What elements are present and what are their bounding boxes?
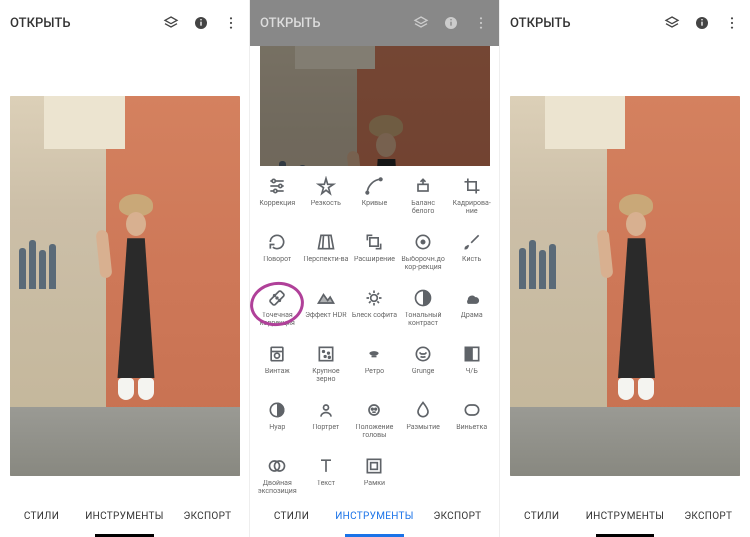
tool-head-pose[interactable]: Положение головы: [351, 400, 398, 452]
tool-label: Тональный контраст: [400, 312, 446, 327]
tool-label: Кисть: [462, 256, 481, 264]
screen-middle: ОТКРЫТЬ Коррекция Резкость Кривые Баланс бе…: [250, 0, 500, 537]
tool-double-exp[interactable]: Двойная экспозиция: [254, 456, 301, 495]
tab-styles[interactable]: СТИЛИ: [250, 495, 333, 537]
header-actions: [664, 15, 740, 31]
tool-drama[interactable]: Драма: [448, 288, 495, 340]
layers-icon[interactable]: [664, 15, 680, 31]
open-button[interactable]: ОТКРЫТЬ: [260, 16, 321, 31]
tab-export[interactable]: ЭКСПОРТ: [667, 495, 750, 537]
image-canvas-dimmed: [250, 46, 499, 166]
tool-label: Ретро: [365, 368, 384, 376]
tool-retro[interactable]: Ретро: [351, 344, 398, 396]
tool-portrait[interactable]: Портрет: [303, 400, 350, 452]
tab-styles[interactable]: СТИЛИ: [500, 495, 583, 537]
tab-tools[interactable]: ИНСТРУМЕНТЫ: [583, 495, 666, 537]
tool-rotate[interactable]: Поворот: [254, 232, 301, 284]
tool-curves[interactable]: Кривые: [351, 176, 398, 228]
layers-icon[interactable]: [163, 15, 179, 31]
image-canvas[interactable]: [0, 46, 249, 495]
tool-perspective[interactable]: Перспекти-ва: [303, 232, 350, 284]
tool-text[interactable]: Текст: [303, 456, 350, 495]
tool-label: Точечная коррекция: [254, 312, 300, 327]
tool-label: Портрет: [312, 424, 339, 432]
tool-label: Расширение: [354, 256, 395, 264]
tab-export[interactable]: ЭКСПОРТ: [166, 495, 249, 537]
tab-export[interactable]: ЭКСПОРТ: [416, 495, 499, 537]
screen-left: ОТКРЫТЬ СТИЛИ ИНСТРУМЕНТЫ ЭКСПОРТ: [0, 0, 250, 537]
tool-label: Коррекция: [259, 200, 295, 208]
tool-noir[interactable]: Нуар: [254, 400, 301, 452]
tool-tune[interactable]: Коррекция: [254, 176, 301, 228]
info-icon[interactable]: [193, 15, 209, 31]
photo: [10, 96, 240, 476]
tool-label: Кадрирова-ние: [449, 200, 495, 215]
tool-brush[interactable]: Кисть: [448, 232, 495, 284]
tool-label: Резкость: [311, 200, 341, 208]
tool-frames[interactable]: Рамки: [351, 456, 398, 495]
tool-white-balance[interactable]: Баланс белого: [400, 176, 447, 228]
more-icon[interactable]: [724, 15, 740, 31]
header-actions: [413, 15, 489, 31]
tool-label: Ч/Б: [466, 368, 478, 376]
tool-label: Нуар: [269, 424, 285, 432]
tab-tools[interactable]: ИНСТРУМЕНТЫ: [333, 495, 416, 537]
bottom-tabs: СТИЛИ ИНСТРУМЕНТЫ ЭКСПОРТ: [500, 495, 750, 537]
tool-details[interactable]: Резкость: [303, 176, 350, 228]
tool-glamour[interactable]: Блеск софита: [351, 288, 398, 340]
tool-hdr[interactable]: Эффект HDR: [303, 288, 350, 340]
more-icon[interactable]: [223, 15, 239, 31]
tool-expand[interactable]: Расширение: [351, 232, 398, 284]
tool-label: Выборочн.до кор-рекция: [400, 256, 446, 271]
tool-label: Поворот: [263, 256, 291, 264]
tool-blur[interactable]: Размытие: [400, 400, 447, 452]
tool-label: Баланс белого: [400, 200, 446, 215]
tool-label: Размытие: [406, 424, 440, 432]
tool-tonal[interactable]: Тональный контраст: [400, 288, 447, 340]
tool-crop[interactable]: Кадрирова-ние: [448, 176, 495, 228]
tool-label: Перспекти-ва: [303, 256, 348, 264]
tool-grainy[interactable]: Крупное зерно: [303, 344, 350, 396]
tool-label: Эффект HDR: [305, 312, 346, 320]
tool-label: Рамки: [364, 480, 385, 488]
tool-label: Блеск софита: [352, 312, 397, 320]
tab-styles[interactable]: СТИЛИ: [0, 495, 83, 537]
tool-label: Крупное зерно: [303, 368, 349, 383]
tool-label: Драма: [461, 312, 483, 320]
header: ОТКРЫТЬ: [500, 0, 750, 46]
header: ОТКРЫТЬ: [0, 0, 249, 46]
tools-sheet: Коррекция Резкость Кривые Баланс белогоКадр…: [250, 166, 499, 495]
tool-label: Винтаж: [265, 368, 290, 376]
tool-label: Текст: [317, 480, 335, 488]
tool-label: Виньетка: [456, 424, 487, 432]
info-icon[interactable]: [443, 15, 459, 31]
header: ОТКРЫТЬ: [250, 0, 499, 46]
tool-label: Кривые: [362, 200, 388, 208]
tool-healing[interactable]: Точечная коррекция: [254, 288, 301, 340]
tab-tools[interactable]: ИНСТРУМЕНТЫ: [83, 495, 166, 537]
bottom-tabs: СТИЛИ ИНСТРУМЕНТЫ ЭКСПОРТ: [0, 495, 249, 537]
header-actions: [163, 15, 239, 31]
more-icon[interactable]: [473, 15, 489, 31]
tool-vignette[interactable]: Виньетка: [448, 400, 495, 452]
tool-label: Положение головы: [351, 424, 397, 439]
open-button[interactable]: ОТКРЫТЬ: [510, 16, 571, 31]
tool-selective[interactable]: Выборочн.до кор-рекция: [400, 232, 447, 284]
open-button[interactable]: ОТКРЫТЬ: [10, 16, 71, 31]
tool-label: Grunge: [412, 368, 435, 376]
tool-bw[interactable]: Ч/Б: [448, 344, 495, 396]
tool-label: Двойная экспозиция: [254, 480, 300, 495]
image-canvas[interactable]: [500, 46, 750, 495]
bottom-tabs: СТИЛИ ИНСТРУМЕНТЫ ЭКСПОРТ: [250, 495, 499, 537]
tool-grunge[interactable]: Grunge: [400, 344, 447, 396]
photo: [510, 96, 740, 476]
screen-right: ОТКРЫТЬ СТИЛИ ИНСТРУМЕНТЫ ЭКСПОРТ: [500, 0, 750, 537]
info-icon[interactable]: [694, 15, 710, 31]
layers-icon[interactable]: [413, 15, 429, 31]
tool-vintage[interactable]: Винтаж: [254, 344, 301, 396]
